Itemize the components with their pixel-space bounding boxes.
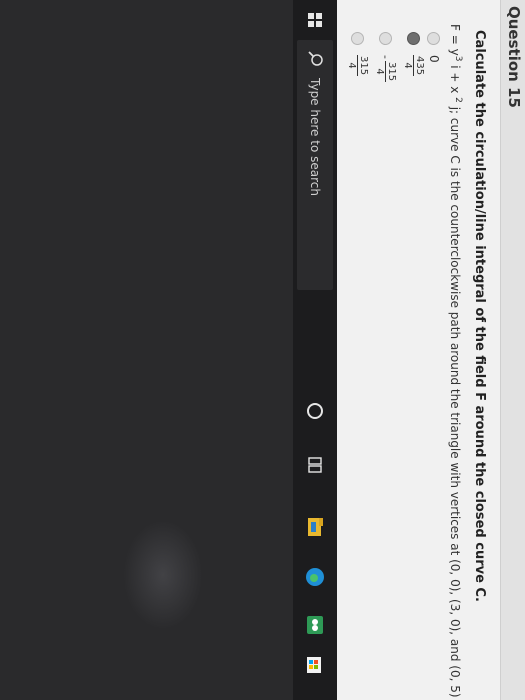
file-explorer-icon[interactable] — [304, 516, 326, 538]
screen-glare — [123, 520, 203, 630]
field-mid: i + x — [448, 61, 462, 98]
windows-start-icon[interactable] — [293, 0, 337, 40]
field-suffix: j; curve C is the counterclockwise path … — [448, 102, 462, 698]
search-icon — [308, 51, 323, 66]
answer-choice-0[interactable]: 0 — [427, 32, 441, 63]
fraction-numerator: 315 — [357, 55, 369, 77]
radio-button[interactable] — [351, 32, 364, 45]
fraction: 315 4 — [374, 60, 397, 83]
fraction-denominator: 4 — [402, 62, 413, 69]
negative-sign: - — [379, 55, 392, 59]
taskbar-search-box[interactable]: Type here to search — [297, 40, 333, 290]
field-prefix: F = y — [448, 24, 462, 56]
windows-taskbar: Type here to search — [293, 0, 337, 700]
question-number: Question 15 — [505, 6, 523, 108]
radio-button-selected[interactable] — [407, 32, 420, 45]
cortana-icon[interactable] — [304, 400, 326, 422]
fraction-numerator: 435 — [413, 55, 425, 77]
quiz-panel: Question 15 Calculate the circulation/li… — [337, 0, 525, 700]
quiz-header: Question 15 — [500, 0, 525, 700]
task-view-icon[interactable] — [304, 454, 326, 476]
fraction-denominator: 4 — [374, 68, 385, 75]
radio-button[interactable] — [379, 32, 392, 45]
choice-label: 0 — [427, 55, 441, 63]
desktop-background — [0, 0, 293, 700]
app-icon[interactable] — [304, 614, 326, 636]
radio-button[interactable] — [427, 32, 441, 45]
search-placeholder: Type here to search — [308, 78, 322, 196]
fraction-denominator: 4 — [346, 62, 357, 69]
fraction-numerator: 315 — [385, 60, 397, 83]
edge-icon[interactable] — [304, 566, 326, 588]
field-definition: F = y3 i + x 2 j; curve C is the counter… — [448, 24, 463, 698]
store-icon[interactable] — [304, 654, 326, 676]
fraction: 435 4 — [402, 55, 425, 77]
question-text: Calculate the circulation/line integral … — [472, 30, 487, 602]
answer-choice-1[interactable]: 435 4 — [402, 32, 425, 77]
rotated-screen: Question 15 Calculate the circulation/li… — [0, 0, 525, 700]
answer-choice-3[interactable]: 315 4 — [346, 32, 369, 77]
answer-choice-2[interactable]: - 315 4 — [374, 32, 397, 83]
fraction: 315 4 — [346, 55, 369, 77]
